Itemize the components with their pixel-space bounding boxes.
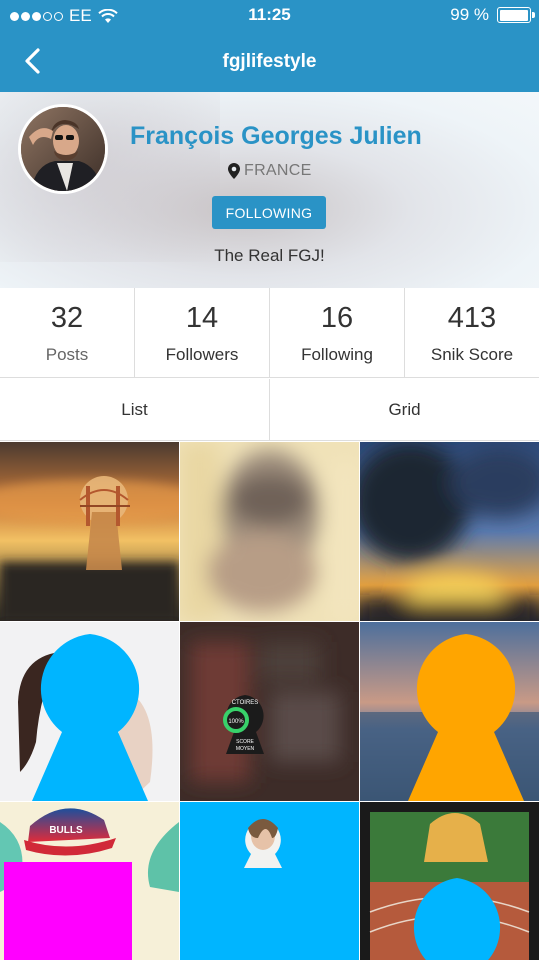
grid-item-2[interactable] [180, 442, 360, 622]
battery-percentage: 99 % [450, 5, 489, 24]
profile-name: François Georges Julien [130, 122, 422, 150]
stat-snik-score[interactable]: 413 Snik Score [405, 288, 539, 377]
stat-followers[interactable]: 14 Followers [135, 288, 270, 377]
stat-label: Following [301, 345, 373, 364]
profile-stats: 32 Posts 14 Followers 16 Following 413 S… [0, 288, 539, 378]
stat-label: Followers [165, 345, 239, 364]
grid-item-7[interactable]: BULLS [0, 802, 179, 960]
tab-list[interactable]: List [0, 379, 270, 440]
grid-item-8[interactable] [180, 802, 359, 960]
stat-value: 14 [185, 302, 219, 334]
stat-label: Posts [45, 345, 89, 364]
stat-following[interactable]: 16 Following [270, 288, 405, 377]
keyhole-caption: CTOIRES [232, 700, 259, 706]
grid-item-3[interactable] [350, 442, 539, 622]
navbar: fgjlifestyle [0, 38, 539, 86]
stat-label: Snik Score [430, 345, 514, 364]
profile-location: FRANCE [228, 162, 312, 180]
view-tabs: List Grid [0, 379, 539, 441]
posts-grid-canvas: CTOIRES 100% SCORE MOYEN BULLS [0, 442, 539, 960]
avatar[interactable] [18, 104, 108, 194]
keyhole-score-label: MOYEN [236, 746, 255, 752]
grid-item-9[interactable] [360, 802, 539, 960]
map-pin-icon [228, 163, 240, 179]
keyhole-score-label: SCORE [236, 739, 254, 745]
keyhole-percent: 100% [228, 719, 244, 725]
location-label: FRANCE [244, 162, 312, 179]
cap-text: BULLS [49, 825, 83, 836]
profile-bio: The Real FGJ! [214, 246, 325, 265]
app-header: EE 11:25 99 % fgjlifestyle [0, 0, 539, 92]
status-bar: EE 11:25 99 % [0, 0, 539, 32]
following-button[interactable]: FOLLOWING [212, 196, 326, 229]
posts-grid: CTOIRES 100% SCORE MOYEN BULLS [0, 442, 539, 960]
stat-value: 32 [50, 302, 84, 334]
stat-value: 16 [320, 302, 354, 334]
profile-header: François Georges Julien FRANCE FOLLOWING… [0, 92, 539, 288]
grid-item-5[interactable]: CTOIRES 100% SCORE MOYEN [180, 622, 359, 801]
tab-grid[interactable]: Grid [270, 379, 539, 440]
grid-item-1[interactable] [0, 442, 210, 622]
stat-posts[interactable]: 32 Posts [0, 288, 135, 377]
stat-value: 413 [447, 302, 497, 334]
page-title: fgjlifestyle [222, 51, 317, 72]
battery-icon [497, 7, 535, 23]
grid-item-6[interactable] [360, 622, 539, 801]
